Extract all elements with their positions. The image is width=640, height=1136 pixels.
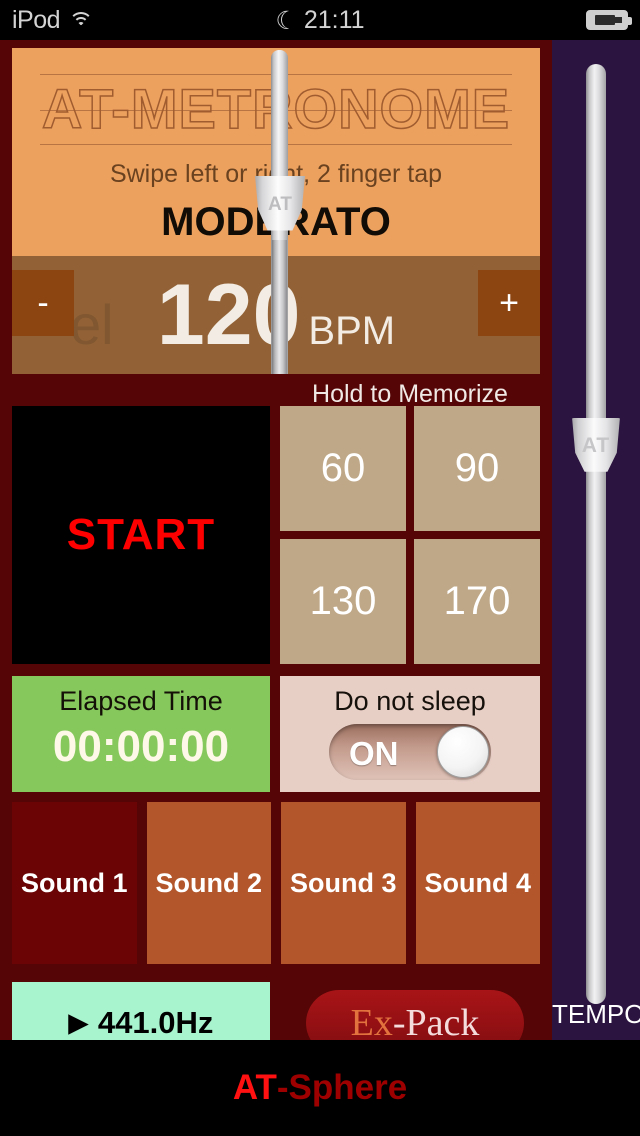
sound-selector: Sound 1 Sound 2 Sound 3 Sound 4 [12, 802, 540, 964]
elapsed-time-label: Elapsed Time [59, 686, 223, 716]
preset-button-3[interactable]: 130 [280, 539, 406, 664]
moon-icon: ☾ [275, 7, 298, 35]
sound-button-1[interactable]: Sound 1 [12, 802, 137, 964]
tempo-slider-track[interactable] [586, 64, 606, 1004]
toggle-knob[interactable] [437, 726, 489, 778]
do-not-sleep-label: Do not sleep [334, 686, 486, 716]
bpm-bar: el 120 BPM - + [12, 256, 540, 374]
header-panel[interactable]: AT-METRONOME Swipe left or right, 2 fing… [12, 48, 540, 256]
elapsed-time-value: 00:00:00 [52, 722, 230, 771]
preset-button-1[interactable]: 60 [280, 406, 406, 531]
toggle-state-label: ON [349, 735, 399, 772]
brand-rule-top [40, 74, 512, 75]
play-triangle-icon: ▶ [68, 1009, 88, 1037]
tuner-frequency-label: 441.0Hz [97, 1005, 214, 1040]
ex-pack-label-suffix: -Pack [392, 1002, 480, 1044]
brand-block: AT-METRONOME [12, 70, 540, 148]
ad-banner[interactable]: AT -Sphere [0, 1040, 640, 1136]
main-column: AT-METRONOME Swipe left or right, 2 fing… [0, 40, 552, 1064]
bpm-unit-label: BPM [308, 309, 396, 353]
bpm-readout: 120 BPM [12, 268, 540, 374]
start-button[interactable]: START [12, 406, 270, 664]
memorize-label: Hold to Memorize [312, 380, 508, 408]
ad-brand-bold: AT [232, 1068, 277, 1107]
tempo-slider-label: TEMPO [552, 999, 640, 1029]
app-title: AT-METRONOME [41, 76, 511, 141]
elapsed-time-panel[interactable]: Elapsed Time 00:00:00 [12, 676, 270, 792]
bpm-increment-button[interactable]: + [478, 270, 540, 336]
do-not-sleep-panel: Do not sleep ON [280, 676, 540, 792]
do-not-sleep-toggle[interactable]: ON [329, 724, 491, 780]
tempo-slider-column[interactable]: AT TEMPO [552, 40, 640, 1040]
sound-button-3[interactable]: Sound 3 [281, 802, 406, 964]
brand-rule-bottom [40, 144, 512, 145]
bpm-decrement-button[interactable]: - [12, 270, 74, 336]
clock-label: 21:11 [303, 6, 365, 34]
memorize-preset-grid: 60 90 130 170 [280, 406, 540, 664]
preset-button-2[interactable]: 90 [414, 406, 540, 531]
tempo-slider-handle[interactable]: AT [572, 418, 620, 472]
ad-brand-rest: -Sphere [276, 1068, 408, 1107]
gesture-hint: Swipe left or right, 2 finger tap [109, 160, 443, 188]
preset-button-4[interactable]: 170 [414, 539, 540, 664]
app-screen: iPod ☾ 21:11 AT TEMPO AT-METRONOME Swipe… [0, 0, 640, 1136]
battery-charging-icon [586, 10, 632, 30]
status-bar: iPod ☾ 21:11 [0, 0, 640, 40]
bpm-number: 120 [156, 267, 301, 363]
ex-pack-label-prefix: Ex [350, 1002, 393, 1044]
tempo-name-label: MODERATO [161, 200, 391, 244]
sound-button-4[interactable]: Sound 4 [415, 802, 540, 964]
sound-button-2[interactable]: Sound 2 [146, 802, 271, 964]
metronome-app: AT TEMPO AT-METRONOME Swipe left or righ… [0, 40, 640, 1064]
status-bar-center: ☾ 21:11 [0, 5, 640, 35]
status-bar-right [586, 10, 632, 30]
